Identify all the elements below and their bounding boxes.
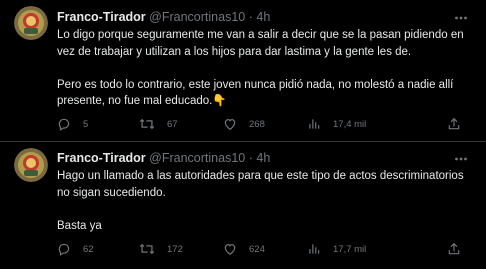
tweet-1[interactable]: Franco-Tirador @Francortinas10 · 4h Lo d… bbox=[0, 0, 486, 140]
reply-count: 62 bbox=[83, 243, 94, 255]
tweet-2[interactable]: Franco-Tirador @Francortinas10 · 4h Hago… bbox=[0, 142, 486, 269]
retweet-icon bbox=[139, 242, 155, 256]
views-button[interactable]: 17,7 mil bbox=[307, 241, 366, 257]
like-button[interactable]: 268 bbox=[223, 116, 265, 132]
tweet-header: Franco-Tirador @Francortinas10 · 4h bbox=[57, 10, 270, 25]
more-icon[interactable] bbox=[454, 152, 468, 166]
timestamp[interactable]: 4h bbox=[256, 151, 270, 165]
retweet-count: 67 bbox=[167, 118, 178, 130]
more-icon[interactable] bbox=[454, 11, 468, 25]
reply-button[interactable]: 62 bbox=[57, 241, 94, 257]
heart-icon bbox=[223, 242, 237, 256]
views-button[interactable]: 17,4 mil bbox=[307, 116, 366, 132]
separator: · bbox=[248, 151, 253, 165]
handle[interactable]: @Francortinas10 bbox=[149, 151, 245, 165]
retweet-icon bbox=[139, 117, 155, 131]
display-name[interactable]: Franco-Tirador bbox=[57, 151, 146, 165]
reply-icon bbox=[57, 242, 71, 256]
like-count: 624 bbox=[249, 243, 265, 255]
reply-icon bbox=[57, 117, 71, 131]
tweet-actions: 5 67 268 17,4 mil bbox=[57, 116, 467, 132]
share-button[interactable] bbox=[447, 116, 461, 132]
retweet-button[interactable]: 172 bbox=[139, 241, 183, 257]
tweet-actions: 62 172 624 17,7 mil bbox=[57, 241, 467, 257]
timestamp[interactable]: 4h bbox=[256, 10, 270, 24]
avatar[interactable] bbox=[14, 148, 48, 182]
like-button[interactable]: 624 bbox=[223, 241, 265, 257]
view-count: 17,7 mil bbox=[333, 243, 367, 255]
tweet-text: Lo digo porque seguramente me van a sali… bbox=[57, 29, 464, 107]
reply-button[interactable]: 5 bbox=[57, 116, 88, 132]
share-icon bbox=[447, 242, 461, 256]
view-count: 17,4 mil bbox=[333, 118, 367, 130]
separator: · bbox=[248, 10, 253, 24]
share-button[interactable] bbox=[447, 241, 461, 257]
reply-count: 5 bbox=[83, 118, 89, 130]
share-icon bbox=[447, 117, 461, 131]
avatar[interactable] bbox=[14, 6, 48, 40]
retweet-count: 172 bbox=[167, 243, 183, 255]
tweet-header: Franco-Tirador @Francortinas10 · 4h bbox=[57, 151, 270, 166]
display-name[interactable]: Franco-Tirador bbox=[57, 10, 146, 24]
retweet-button[interactable]: 67 bbox=[139, 116, 178, 132]
bar-chart-icon bbox=[307, 117, 321, 131]
tweet-text: Hago un llamado a las autoridades para q… bbox=[57, 170, 464, 232]
handle[interactable]: @Francortinas10 bbox=[149, 10, 245, 24]
bar-chart-icon bbox=[307, 242, 321, 256]
like-count: 268 bbox=[249, 118, 265, 130]
heart-icon bbox=[223, 117, 237, 131]
